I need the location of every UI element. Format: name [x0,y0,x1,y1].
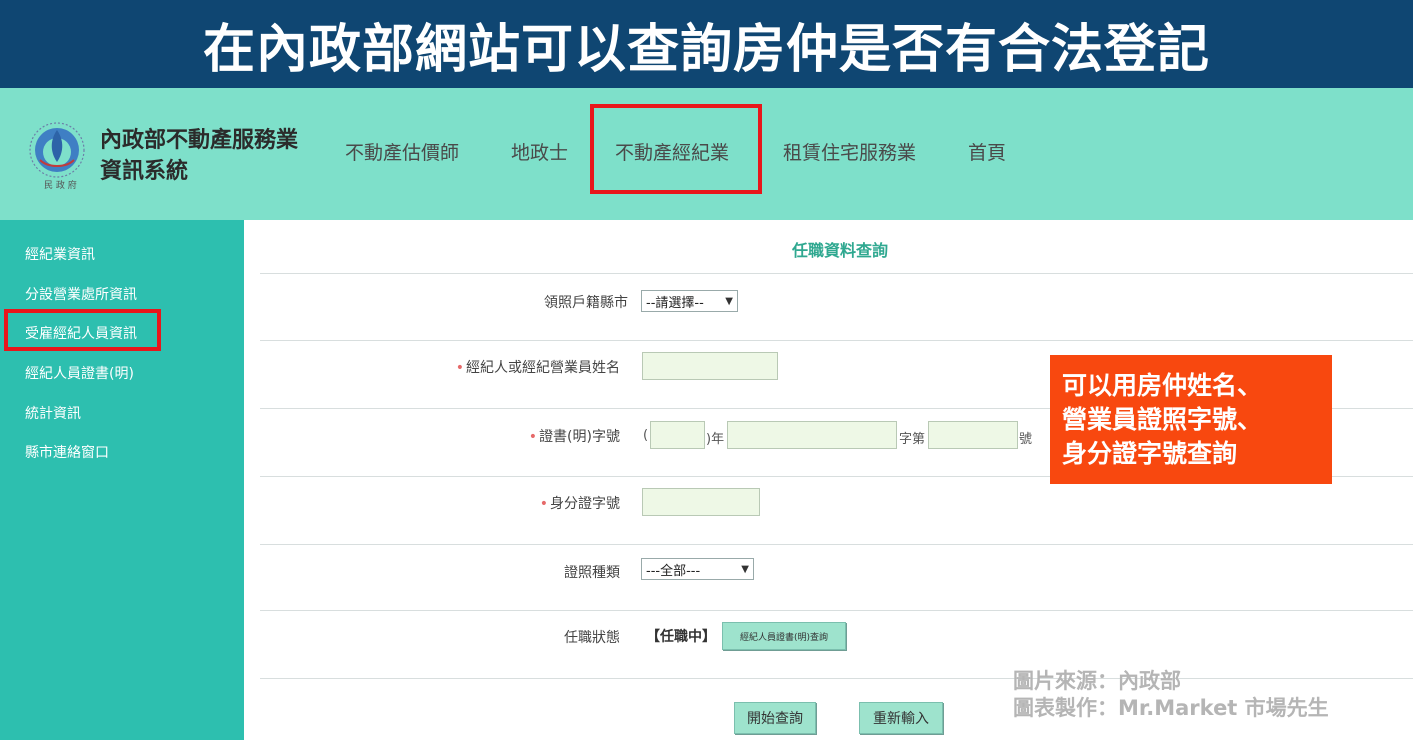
sidebar-item-brokerage-info[interactable]: 經紀業資訊 [25,244,95,264]
divider [260,340,1413,341]
sidebar-item-statistics[interactable]: 統計資訊 [25,403,81,423]
cert-zi-text: 字第 [899,432,926,447]
callout-line: 身分證字號查詢 [1062,439,1238,468]
name-label: • 經紀人或經紀營業員姓名 [430,357,620,377]
id-number-input[interactable] [642,488,760,516]
sidebar-item-branch-info[interactable]: 分設營業處所資訊 [25,284,137,304]
divider [260,678,1413,679]
license-type-select[interactable]: ---全部--- ▼ [641,558,754,580]
cert-hao-text: 號 [1019,432,1033,447]
divider [260,273,1413,274]
required-dot-icon: • [528,429,538,445]
svg-text:民 政 府: 民 政 府 [44,179,77,191]
cert-number-input[interactable] [928,421,1018,449]
city-select[interactable]: --請選擇-- ▼ [641,290,738,312]
reset-button[interactable]: 重新輸入 [859,702,943,734]
sidebar-highlight-box [4,309,161,351]
chevron-down-icon: ▼ [741,563,749,575]
callout-box: 可以用房仲姓名、 營業員證照字號、 身分證字號查詢 [1050,355,1332,484]
status-value: 【任職中】 [646,629,716,645]
title-banner: 在內政部網站可以查詢房仲是否有合法登記 [0,0,1413,88]
divider [260,610,1413,611]
cert-word-input[interactable] [727,421,897,449]
city-select-value: --請選擇-- [646,295,704,311]
required-dot-icon: • [539,496,548,512]
required-dot-icon: • [455,360,464,376]
nav-land-agent[interactable]: 地政士 [511,138,568,165]
search-button[interactable]: 開始查詢 [734,702,816,734]
image-source-credit: 圖片來源：內政部 [1013,669,1181,693]
status-label: 任職狀態 [564,630,620,646]
chart-maker-credit: 圖表製作：Mr.Market 市場先生 [1013,696,1329,720]
cert-open-paren: ( [643,428,649,443]
cert-label: • 證書(明)字號 [500,426,620,446]
type-label: 證照種類 [564,565,620,581]
name-input[interactable] [642,352,778,380]
nav-rental-housing-service[interactable]: 租賃住宅服務業 [783,138,916,165]
nav-home[interactable]: 首頁 [968,138,1006,165]
site-title: 內政部不動產服務業資訊系統 [100,128,299,184]
chevron-down-icon: ▼ [725,295,733,307]
form-title: 任職資料查詢 [791,241,888,260]
cert-query-button[interactable]: 經紀人員證書(明)查詢 [722,622,846,650]
divider [260,544,1413,545]
sidebar-item-city-contacts[interactable]: 縣市連絡窗口 [25,442,109,462]
license-type-value: ---全部--- [646,563,701,579]
banner-title: 在內政部網站可以查詢房仲是否有合法登記 [202,19,1210,80]
nav-appraiser[interactable]: 不動產估價師 [345,138,459,165]
nav-highlight-box [590,104,762,194]
id-label: • 身分證字號 [500,493,620,513]
sidebar-item-agent-certificate[interactable]: 經紀人員證書(明) [25,363,134,383]
cert-year-input[interactable] [650,421,705,449]
callout-line: 營業員證照字號、 [1062,405,1263,434]
callout-line: 可以用房仲姓名、 [1062,371,1263,400]
city-label: 領照戶籍縣市 [544,295,628,311]
cert-year-text: )年 [706,432,725,447]
id-label-text: 身分證字號 [550,496,620,512]
cert-label-text: 證書(明)字號 [539,429,620,445]
name-label-text: 經紀人或經紀營業員姓名 [466,360,620,376]
ministry-logo-icon: 民 政 府 [29,122,85,191]
